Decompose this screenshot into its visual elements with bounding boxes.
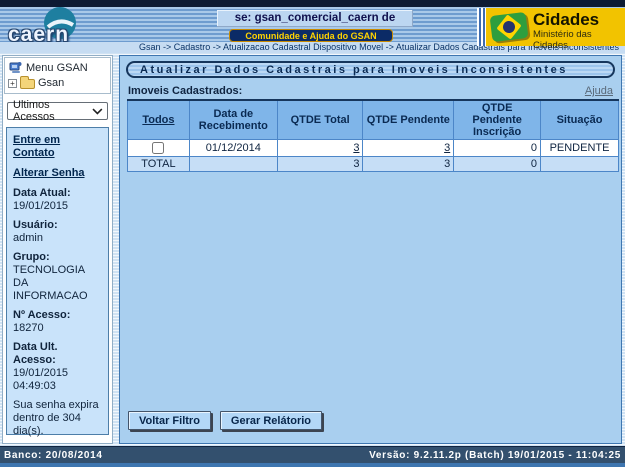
recent-access-select[interactable]: Ultimos Acessos [7,102,108,120]
main-panel: Atualizar Dados Cadastrais para Imoveis … [119,55,622,444]
sidebar-item-gsan[interactable]: + Gsan [7,77,108,89]
cell-situacao: PENDENTE [541,140,619,157]
cell-date: 01/12/2014 [189,140,277,157]
bottom-strip-decoration [0,463,625,467]
page-title: Atualizar Dados Cadastrais para Imoveis … [126,61,615,78]
password-expiry-note: Sua senha expira dentro de 304 dia(s). [13,399,102,438]
brazil-flag-icon [490,12,529,42]
info-group: Grupo: TECNOLOGIA DA INFORMACAO [13,251,102,303]
change-password-link[interactable]: Alterar Senha [13,167,102,180]
help-link[interactable]: Ajuda [585,85,613,97]
session-box: se: gsan_comercial_caern de 03/04/2014 [217,10,413,27]
footer-version: Versão: 9.2.11.2p (Batch) 19/01/2015 - 1… [369,450,621,461]
ministry-stripes-decoration [477,8,486,46]
menu-gsan-icon [9,61,22,74]
folder-icon [20,79,35,89]
column-header-qtde-pendente: QTDE Pendente [363,100,454,140]
total-empty-situacao [541,157,619,172]
menu-gsan-header: Menu GSAN [7,61,108,74]
table-row: 01/12/2014 3 3 0 PENDENTE [128,140,619,157]
column-header-qtde-total: QTDE Total [277,100,363,140]
select-all-link[interactable]: Todos [142,114,174,126]
contact-link[interactable]: Entre em Contato [13,134,102,160]
ministry-subtitle: Ministério das Cidades [533,29,625,51]
info-current-date: Data Atual: 19/01/2015 [13,187,102,213]
menu-tree-box: Menu GSAN + Gsan [4,57,111,94]
column-header-situacao: Situação [541,100,619,140]
tree-expand-icon[interactable]: + [8,79,17,88]
column-header-qtde-pendente-inscricao: QTDE Pendente Inscrição [454,100,541,140]
total-qtde-total: 3 [277,157,363,172]
cell-qtde-pendente-inscricao: 0 [454,140,541,157]
info-access-number: Nº Acesso: 18270 [13,309,102,335]
user-info-panel: Entre em Contato Alterar Senha Data Atua… [6,127,109,435]
qtde-total-link[interactable]: 3 [353,142,359,154]
qtde-pendente-link[interactable]: 3 [444,142,450,154]
total-qtde-pendente: 3 [363,157,454,172]
column-header-date: Data de Recebimento [189,100,277,140]
info-last-access: Data Ult. Acesso: 19/01/2015 04:49:03 [13,341,102,393]
community-help-link[interactable]: Comunidade e Ajuda do GSAN [229,29,393,42]
ministry-title: Cidades [533,11,625,29]
total-row: TOTAL 3 3 0 [128,157,619,172]
generate-report-button[interactable]: Gerar Relátorio [220,411,322,430]
ministry-logo: Cidades Ministério das Cidades [477,8,625,46]
chevron-down-icon [92,107,103,115]
tree-item-label: Gsan [38,77,64,89]
info-user: Usuário: admin [13,219,102,245]
app-header: caern se: gsan_comercial_caern de 03/04/… [0,0,625,42]
table-header-row: Todos Data de Recebimento QTDE Total QTD… [128,100,619,140]
recent-access-select-value: Ultimos Acessos [13,99,92,123]
total-qtde-pendente-inscricao: 0 [454,157,541,172]
row-checkbox[interactable] [152,142,164,154]
menu-gsan-label: Menu GSAN [26,62,88,74]
section-label: Imoveis Cadastrados: [128,85,242,97]
total-label: TOTAL [128,157,190,172]
back-filter-button[interactable]: Voltar Filtro [128,411,211,430]
sidebar: Menu GSAN + Gsan Ultimos Acessos Entre e… [2,55,113,444]
total-empty-date [189,157,277,172]
app-footer: Banco: 20/08/2014 Versão: 9.2.11.2p (Bat… [0,447,625,463]
footer-database: Banco: 20/08/2014 [4,450,103,461]
data-table: Todos Data de Recebimento QTDE Total QTD… [127,99,619,172]
